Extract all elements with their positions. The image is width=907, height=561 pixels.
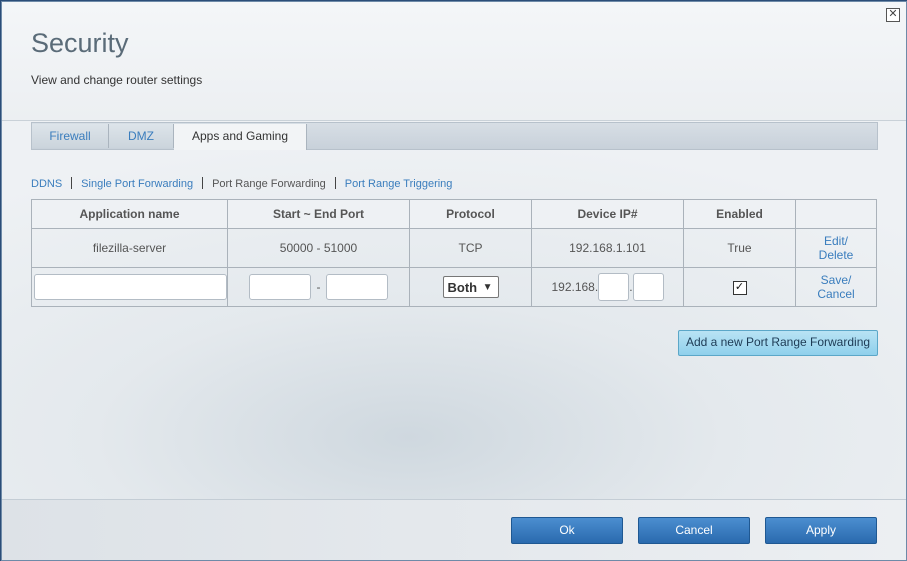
cell-save-cancel: Save/ Cancel [795, 267, 877, 307]
cancel-button[interactable]: Cancel [638, 517, 750, 544]
enabled-checkbox[interactable]: ✓ [732, 281, 747, 295]
ip-octet-4-input[interactable] [632, 273, 664, 301]
subnav-separator [334, 177, 336, 189]
application-name-input[interactable] [34, 274, 227, 300]
column-header-protocol: Protocol [409, 199, 532, 229]
ok-button[interactable]: Ok [511, 517, 623, 544]
tab-dmz[interactable]: DMZ [109, 124, 174, 148]
column-header-device-ip: Device IP# [531, 199, 684, 229]
column-header-application-name: Application name [31, 199, 228, 229]
footer: Ok Cancel Apply [2, 499, 906, 560]
cell-application-name-input [31, 267, 228, 307]
subnav: DDNS Single Port Forwarding Port Range For… [31, 177, 452, 191]
apply-button[interactable]: Apply [765, 517, 877, 544]
cell-port-range: 50000 - 51000 [227, 228, 410, 268]
subnav-single-port-forwarding[interactable]: Single Port Forwarding [81, 178, 193, 190]
cell-device-ip-inputs: 192.168.. [531, 267, 684, 307]
start-port-input[interactable] [249, 274, 312, 300]
tab-apps-and-gaming[interactable]: Apps and Gaming [174, 124, 307, 150]
protocol-select-value: Both [447, 280, 478, 295]
page-title: Security [31, 28, 129, 58]
page-subtitle: View and change router settings [31, 73, 203, 87]
close-icon[interactable]: ✕ [886, 8, 900, 22]
cell-application-name: filezilla-server [31, 228, 228, 268]
ip-prefix: 192.168. [551, 280, 599, 294]
cell-device-ip: 192.168.1.101 [531, 228, 684, 268]
column-header-enabled: Enabled [683, 199, 796, 229]
column-header-actions [795, 199, 877, 229]
cancel-link[interactable]: Cancel [796, 287, 876, 301]
delete-link[interactable]: Delete [796, 248, 876, 262]
cell-protocol: TCP [409, 228, 532, 268]
subnav-separator [202, 177, 204, 189]
cell-enabled: True [683, 228, 796, 268]
cell-actions: Edit/ Delete [795, 228, 877, 268]
cell-protocol-select: Both ▼ [409, 267, 532, 307]
ip-octet-3-input[interactable] [598, 273, 630, 301]
cell-enabled-checkbox: ✓ [683, 267, 796, 307]
subnav-separator [71, 177, 73, 189]
edit-link[interactable]: Edit/ [796, 234, 876, 248]
table-header-row: Application name Start ~ End Port Protoc… [31, 199, 877, 229]
security-dialog: Security View and change router settings… [1, 1, 907, 561]
cell-port-inputs: - [227, 267, 410, 307]
tab-firewall[interactable]: Firewall [32, 124, 109, 148]
port-range-table: Application name Start ~ End Port Protoc… [31, 199, 877, 307]
subnav-ddns[interactable]: DDNS [31, 178, 62, 190]
save-link[interactable]: Save/ [796, 273, 876, 287]
edit-row: - Both ▼ 192.168.. ✓ Save/ Cancel [31, 267, 877, 307]
table-row: filezilla-server 50000 - 51000 TCP 192.1… [31, 228, 877, 268]
tab-bar: Firewall DMZ Apps and Gaming [31, 122, 878, 150]
subnav-port-range-triggering[interactable]: Port Range Triggering [345, 178, 453, 190]
header: Security View and change router settings [2, 2, 906, 121]
protocol-select[interactable]: Both ▼ [442, 276, 499, 298]
column-header-port: Start ~ End Port [227, 199, 410, 229]
end-port-input[interactable] [325, 274, 388, 300]
subnav-port-range-forwarding[interactable]: Port Range Forwarding [212, 178, 326, 190]
dropdown-arrow-icon: ▼ [482, 282, 493, 293]
port-separator: - [316, 280, 321, 294]
add-port-range-forwarding-button[interactable]: Add a new Port Range Forwarding [678, 330, 878, 356]
